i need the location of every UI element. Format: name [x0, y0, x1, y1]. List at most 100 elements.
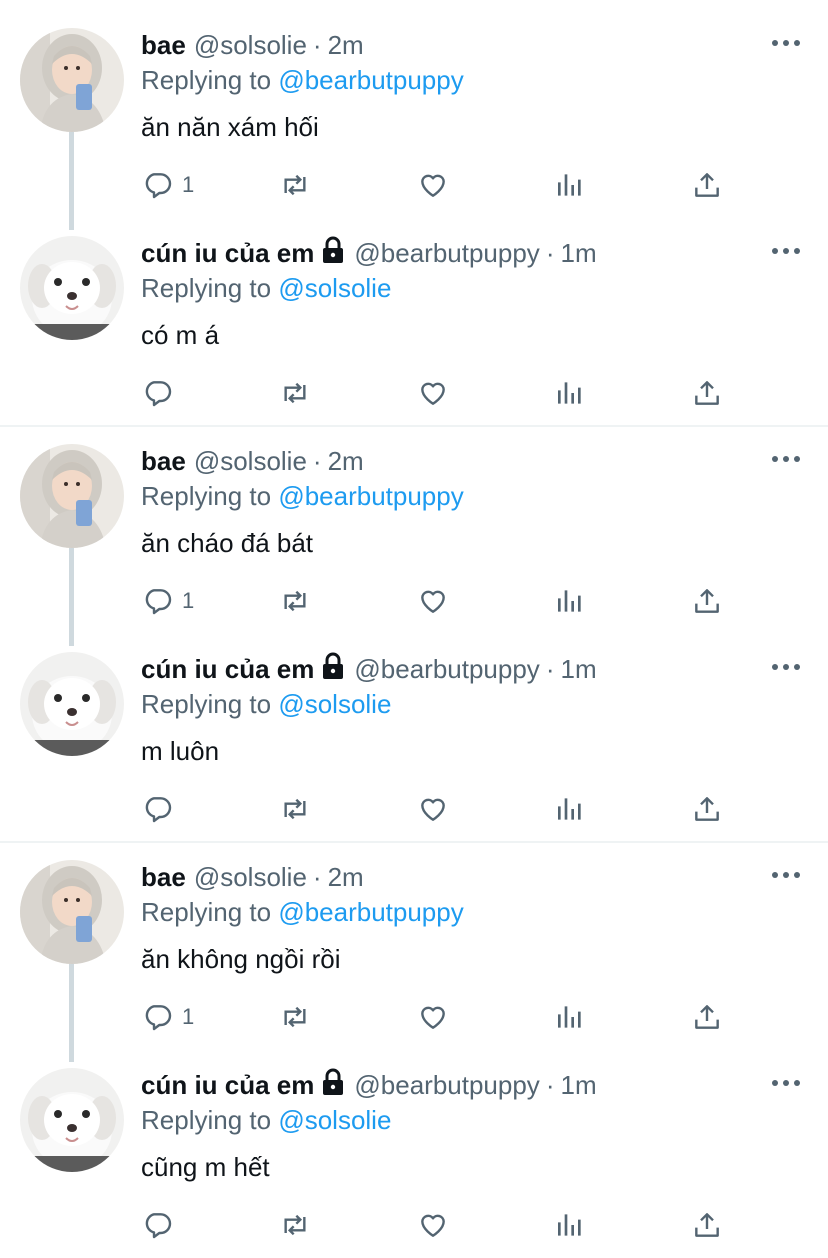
replying-to: Replying to @bearbutpuppy	[141, 63, 464, 97]
share-button[interactable]	[691, 165, 723, 205]
share-button[interactable]	[691, 789, 723, 829]
retweet-button[interactable]	[279, 789, 311, 829]
share-icon	[691, 585, 723, 617]
timestamp[interactable]: 1m	[560, 1070, 596, 1100]
avatar[interactable]	[20, 860, 124, 964]
retweet-button[interactable]	[279, 373, 311, 413]
more-icon[interactable]	[768, 448, 804, 470]
mention-link[interactable]: @solsolie	[278, 689, 391, 719]
reply-icon	[142, 377, 174, 409]
tweet-header: bae @solsolie · 2m	[141, 28, 364, 62]
user-handle[interactable]: @bearbutpuppy	[354, 654, 539, 684]
like-button[interactable]	[417, 373, 449, 413]
user-handle[interactable]: @solsolie	[194, 446, 307, 476]
avatar[interactable]	[20, 652, 124, 756]
retweet-button[interactable]	[279, 1205, 311, 1245]
reply-button[interactable]	[142, 789, 182, 829]
reply-icon	[142, 169, 174, 201]
reply-count: 1	[182, 1004, 195, 1029]
mention-link[interactable]: @solsolie	[278, 273, 391, 303]
action-bar: 1	[0, 997, 828, 1037]
replying-label: Replying to	[141, 1105, 272, 1135]
avatar[interactable]	[20, 1068, 124, 1172]
retweet-button[interactable]	[279, 581, 311, 621]
analytics-button[interactable]	[554, 997, 586, 1037]
share-button[interactable]	[691, 581, 723, 621]
analytics-button[interactable]	[554, 165, 586, 205]
more-icon[interactable]	[768, 1072, 804, 1094]
reply-button[interactable]	[142, 373, 182, 413]
timestamp[interactable]: 1m	[560, 654, 596, 684]
like-button[interactable]	[417, 581, 449, 621]
mention-link[interactable]: @bearbutpuppy	[278, 481, 463, 511]
display-name[interactable]: cún iu của em	[141, 238, 314, 268]
separator-dot: ·	[545, 1070, 555, 1100]
tweet-header: cún iu của em @bearbutpuppy · 1m	[141, 1068, 597, 1102]
mention-link[interactable]: @solsolie	[278, 1105, 391, 1135]
tweet[interactable]: cún iu của em @bearbutpuppy · 1m Replying t…	[0, 236, 828, 426]
replying-label: Replying to	[141, 689, 272, 719]
avatar[interactable]	[20, 28, 124, 132]
share-button[interactable]	[691, 997, 723, 1037]
reply-button[interactable]: 1	[142, 581, 194, 621]
analytics-button[interactable]	[554, 373, 586, 413]
reply-button[interactable]: 1	[142, 165, 194, 205]
tweet-text: ăn không ngồi rồi	[141, 944, 341, 974]
tweet[interactable]: cún iu của em @bearbutpuppy · 1m Replying t…	[0, 652, 828, 842]
share-icon	[691, 377, 723, 409]
user-handle[interactable]: @solsolie	[194, 30, 307, 60]
mention-link[interactable]: @bearbutpuppy	[278, 65, 463, 95]
timestamp[interactable]: 2m	[328, 862, 364, 892]
more-icon[interactable]	[768, 656, 804, 678]
display-name[interactable]: cún iu của em	[141, 1070, 314, 1100]
like-button[interactable]	[417, 997, 449, 1037]
avatar[interactable]	[20, 236, 124, 340]
timestamp[interactable]: 1m	[560, 238, 596, 268]
like-button[interactable]	[417, 789, 449, 829]
display-name[interactable]: bae	[141, 862, 186, 892]
analytics-button[interactable]	[554, 789, 586, 829]
mention-link[interactable]: @bearbutpuppy	[278, 897, 463, 927]
separator-dot: ·	[545, 238, 555, 268]
tweet[interactable]: cún iu của em @bearbutpuppy · 1m Replying t…	[0, 1068, 828, 1258]
more-icon[interactable]	[768, 864, 804, 886]
reply-count: 1	[182, 588, 195, 613]
action-bar	[0, 789, 828, 829]
analytics-button[interactable]	[554, 1205, 586, 1245]
display-name[interactable]: cún iu của em	[141, 654, 314, 684]
tweet-text: có m á	[141, 320, 220, 350]
display-name[interactable]: bae	[141, 30, 186, 60]
reply-button[interactable]: 1	[142, 997, 194, 1037]
separator-dot: ·	[545, 654, 555, 684]
user-handle[interactable]: @bearbutpuppy	[354, 1070, 539, 1100]
user-handle[interactable]: @solsolie	[194, 862, 307, 892]
tweet[interactable]: bae @solsolie · 2m Replying to @bearbutpupp…	[0, 444, 828, 634]
tweet-text: ăn cháo đá bát	[141, 528, 314, 558]
like-icon	[417, 1001, 449, 1033]
analytics-icon	[554, 793, 586, 825]
share-icon	[691, 1001, 723, 1033]
like-button[interactable]	[417, 1205, 449, 1245]
retweet-button[interactable]	[279, 165, 311, 205]
tweet[interactable]: bae @solsolie · 2m Replying to @bearbutpupp…	[0, 860, 828, 1050]
retweet-button[interactable]	[279, 997, 311, 1037]
display-name[interactable]: bae	[141, 446, 186, 476]
replying-to: Replying to @bearbutpuppy	[141, 479, 464, 513]
reply-icon	[142, 1209, 174, 1241]
share-icon	[691, 1209, 723, 1241]
share-button[interactable]	[691, 373, 723, 413]
lock-icon	[320, 236, 346, 264]
timestamp[interactable]: 2m	[328, 30, 364, 60]
timestamp[interactable]: 2m	[328, 446, 364, 476]
analytics-icon	[554, 169, 586, 201]
more-icon[interactable]	[768, 240, 804, 262]
more-icon[interactable]	[768, 32, 804, 54]
avatar[interactable]	[20, 444, 124, 548]
share-button[interactable]	[691, 1205, 723, 1245]
analytics-button[interactable]	[554, 581, 586, 621]
reply-button[interactable]	[142, 1205, 182, 1245]
tweet[interactable]: bae @solsolie · 2m Replying to @bearbutpupp…	[0, 28, 828, 218]
like-button[interactable]	[417, 165, 449, 205]
action-bar	[0, 373, 828, 413]
user-handle[interactable]: @bearbutpuppy	[354, 238, 539, 268]
